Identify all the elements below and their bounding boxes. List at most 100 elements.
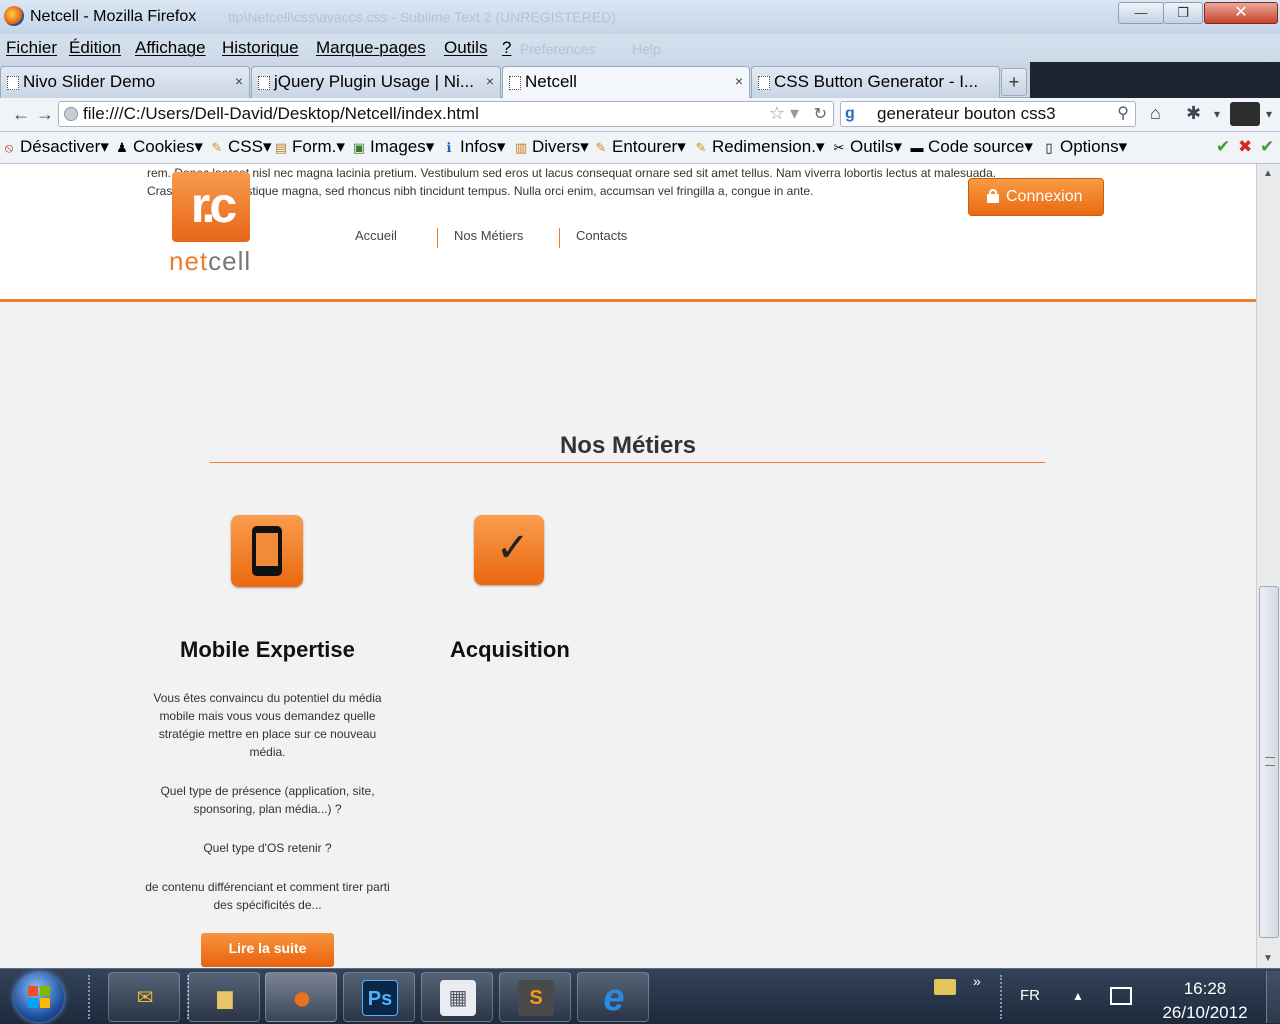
menu-affichage[interactable]: Affichage [135,38,206,58]
tabbar-empty-area [1030,62,1280,98]
taskbar-firefox[interactable]: ● [265,972,337,1022]
forward-arrow-icon[interactable]: → [36,104,54,125]
tab-close-icon[interactable]: × [486,73,494,89]
wd-desactiver[interactable]: ⦸ Désactiver▾ [2,137,109,157]
css-valid-icon[interactable]: ✔ [1216,137,1230,157]
globe-icon [64,107,78,121]
show-desktop-button[interactable] [1266,971,1280,1023]
chevron-down-icon[interactable]: ▾ [1214,107,1220,121]
calculator-icon: ▦ [440,980,476,1016]
tray-overflow-icon[interactable]: » [973,973,981,989]
taskbar-grip [1000,975,1006,1019]
person-icon: ♟ [116,140,128,155]
taskbar-internet-explorer[interactable]: e [577,972,649,1022]
service-paragraph: de contenu différenciant et comment tire… [145,880,390,912]
menu-fichier[interactable]: Fichier [6,38,57,58]
site-header: rem. Donec laoreet nisl nec magna lacini… [0,164,1256,302]
home-icon[interactable]: ⌂ [1150,103,1161,124]
taskbar-explorer[interactable]: ▆ [188,972,260,1022]
address-url[interactable]: file:///C:/Users/Dell-David/Desktop/Netc… [83,104,479,123]
taskbar-calculator[interactable]: ▦ [421,972,493,1022]
tab-nivo-slider[interactable]: Nivo Slider Demo × [0,66,250,98]
taskbar-sublime-text[interactable]: S [499,972,571,1022]
book-icon: ▥ [514,140,528,155]
nav-accueil[interactable]: Accueil [355,228,397,243]
chevron-down-icon[interactable]: ▾ [1266,107,1272,121]
theme-icon[interactable] [1230,102,1260,126]
bookmark-star-icon[interactable]: ☆ ▾ [769,103,799,124]
smartphone-icon [231,515,303,587]
menu-marque-pages[interactable]: Marque-pages [316,38,426,58]
language-indicator[interactable]: FR [1020,987,1040,1004]
maximize-button[interactable]: ❐ [1163,2,1203,24]
wd-options[interactable]: ▯ Options▾ [1042,137,1127,157]
scrollbar-thumb[interactable] [1259,586,1279,938]
wd-entourer[interactable]: ✎ Entourer▾ [594,137,686,157]
wd-css[interactable]: ✎ CSS▾ [210,137,272,157]
menu-outils[interactable]: Outils [444,38,487,58]
wd-form[interactable]: ▤ Form.▾ [274,137,345,157]
tools-icon: ✂ [833,140,845,155]
address-bar[interactable]: file:///C:/Users/Dell-David/Desktop/Netc… [58,101,834,127]
logo-wordmark: netcell [169,246,252,276]
taskbar-photoshop[interactable]: Ps [343,972,415,1022]
network-icon[interactable] [1110,987,1132,1005]
service-title-mobile-expertise: Mobile Expertise [180,637,355,662]
show-hidden-icons-arrow-icon[interactable]: ▲ [1072,989,1084,1003]
wd-images[interactable]: ▣ Images▾ [352,137,434,157]
wd-redimension[interactable]: ✎ Redimension.▾ [694,137,825,157]
vertical-scrollbar[interactable]: ▲ ▼ [1256,164,1280,968]
scroll-up-arrow-icon[interactable]: ▲ [1263,168,1273,179]
tab-css-button-generator[interactable]: CSS Button Generator - I... [751,66,1000,98]
search-input[interactable]: generateur bouton css3 [877,104,1056,123]
read-more-button[interactable]: Lire la suite [201,933,334,967]
start-button[interactable] [14,972,64,1022]
grip-icon [1265,757,1275,766]
tab-netcell[interactable]: Netcell × [502,66,750,99]
wd-outils[interactable]: ✂ Outils▾ [832,137,902,157]
taskbar-outlook[interactable]: ✉ [108,972,180,1022]
minimize-button[interactable]: — [1118,2,1164,24]
wd-divers[interactable]: ▥ Divers▾ [514,137,589,157]
monitor-icon: ▬ [910,140,924,155]
back-arrow-icon[interactable]: ← [12,104,30,125]
tray-folder-icon[interactable] [934,979,956,995]
search-icon[interactable]: ⚲ [1117,103,1129,123]
connexion-button[interactable]: Connexion [968,178,1104,216]
service-paragraph: Quel type de présence (application, site… [160,784,375,816]
clock[interactable]: 16:28 26/10/2012 [1160,977,1250,1024]
tab-label: jQuery Plugin Usage | Ni... [274,72,474,91]
menu-edition[interactable]: Édition [69,38,121,58]
background-menu-preferences: Preferences [520,41,596,57]
menu-bar: Fichier Édition Affichage Historique Mar… [0,34,1280,62]
page-favicon-icon [7,76,19,90]
close-window-button[interactable]: ✕ [1204,2,1278,24]
new-tab-button[interactable]: + [1001,68,1027,96]
wd-infos[interactable]: ℹ Infos▾ [442,137,506,157]
nav-contacts[interactable]: Contacts [576,228,627,243]
nav-nos-metiers[interactable]: Nos Métiers [454,228,523,243]
section-title: Nos Métiers [559,432,697,459]
page-favicon-icon [509,76,521,90]
error-icon[interactable]: ✖ [1238,137,1252,157]
reload-icon[interactable]: ↻ [814,104,827,124]
google-icon[interactable]: g [845,105,855,123]
service-title-acquisition: Acquisition [450,637,570,662]
pencil-icon: ✎ [695,140,707,155]
tab-close-icon[interactable]: × [235,73,243,89]
addon-icon[interactable]: ✱ [1186,103,1201,124]
tab-jquery-plugin[interactable]: jQuery Plugin Usage | Ni... × [251,66,501,98]
tab-close-icon[interactable]: × [735,73,743,89]
photoshop-icon: Ps [362,980,398,1016]
wd-code-source[interactable]: ▬ Code source▾ [910,137,1033,157]
search-bar[interactable]: g generateur bouton css3 ⚲ [840,101,1136,127]
no-entry-icon: ⦸ [4,140,14,155]
menu-help[interactable]: ? [502,38,511,58]
background-window-title: ttp\Netcell\css\avaccs.css - Sublime Tex… [228,9,616,25]
section-divider [210,462,1045,463]
js-valid-icon[interactable]: ✔ [1260,137,1274,157]
menu-historique[interactable]: Historique [222,38,299,58]
wd-cookies[interactable]: ♟ Cookies▾ [115,137,203,157]
scroll-down-arrow-icon[interactable]: ▼ [1263,953,1273,964]
netcell-logo[interactable]: r.c netcell [166,172,276,282]
